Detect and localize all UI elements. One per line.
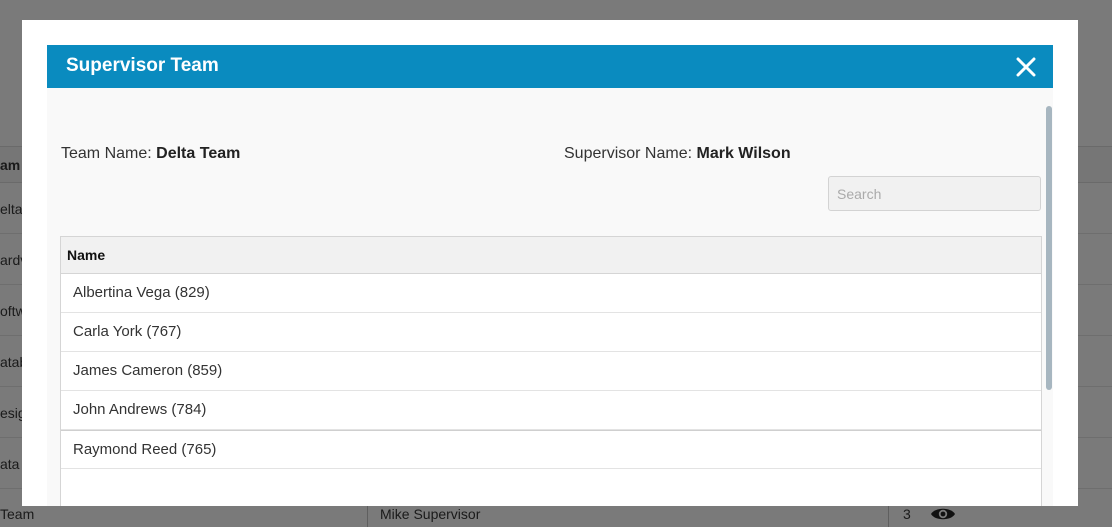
name-column-header[interactable]: Name xyxy=(61,237,1041,274)
eye-icon[interactable] xyxy=(930,506,956,522)
supervisor-team-modal: Supervisor Team Team Name: Delta Team Su… xyxy=(22,20,1078,506)
team-name-label: Team Name: xyxy=(61,145,152,162)
modal-content: Supervisor Team Team Name: Delta Team Su… xyxy=(47,45,1053,506)
members-table: Name Albertina Vega (829) Carla York (76… xyxy=(60,236,1042,506)
background-row-text: elta xyxy=(0,201,23,217)
table-row[interactable]: Raymond Reed (765) xyxy=(61,430,1041,469)
background-count-cell: 3 xyxy=(903,506,911,522)
modal-title: Supervisor Team xyxy=(66,55,219,76)
table-row[interactable]: Carla York (767) xyxy=(61,313,1041,352)
table-row[interactable]: John Andrews (784) xyxy=(61,391,1041,430)
close-icon[interactable] xyxy=(1015,56,1037,78)
modal-header: Supervisor Team xyxy=(47,45,1053,88)
supervisor-name-info: Supervisor Name: Mark Wilson xyxy=(564,145,791,163)
search-input[interactable] xyxy=(828,176,1041,211)
team-name-info: Team Name: Delta Team xyxy=(61,145,240,163)
background-supervisor-cell: Mike Supervisor xyxy=(380,506,481,522)
table-row[interactable] xyxy=(61,469,1041,506)
background-team-cell: Team xyxy=(0,506,35,522)
supervisor-name-label: Supervisor Name: xyxy=(564,145,693,162)
team-name-value: Delta Team xyxy=(156,145,241,162)
scrollbar[interactable] xyxy=(1046,106,1052,390)
table-row[interactable]: James Cameron (859) xyxy=(61,352,1041,391)
table-row[interactable]: Albertina Vega (829) xyxy=(61,274,1041,313)
supervisor-name-value: Mark Wilson xyxy=(696,145,791,162)
